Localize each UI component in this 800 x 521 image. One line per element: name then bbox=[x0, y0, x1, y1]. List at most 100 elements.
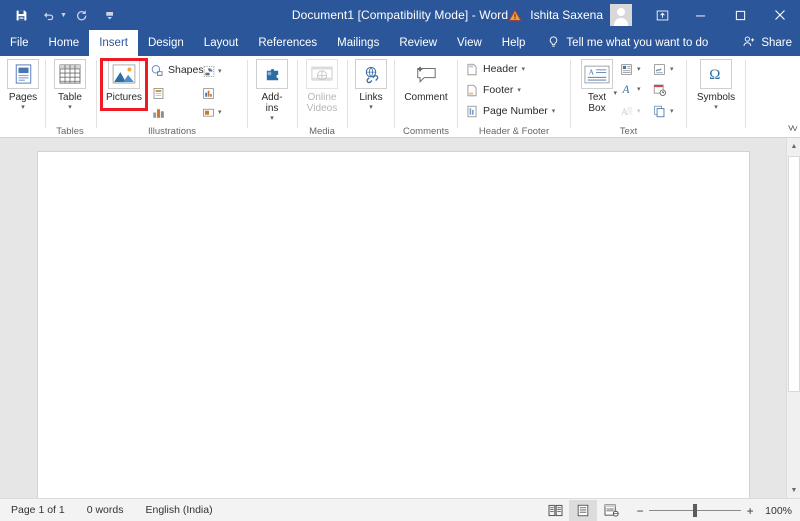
warning-triangle-icon[interactable] bbox=[504, 9, 526, 22]
quick-parts-dropdown-icon[interactable]: ▾ bbox=[637, 65, 641, 73]
picture-mountain-icon bbox=[108, 59, 140, 89]
minimize-icon[interactable] bbox=[680, 0, 720, 30]
status-bar: Page 1 of 1 0 words English (India) − + … bbox=[0, 498, 800, 521]
tab-references[interactable]: References bbox=[248, 30, 327, 56]
undo-dropdown-icon[interactable]: ▼ bbox=[60, 12, 67, 19]
vertical-scrollbar[interactable]: ▲ ▼ bbox=[786, 138, 800, 498]
tab-view[interactable]: View bbox=[447, 30, 492, 56]
add-ins-button[interactable]: Add- ins ▾ bbox=[250, 59, 294, 122]
tab-insert[interactable]: Insert bbox=[89, 30, 138, 56]
add-ins-dropdown-icon[interactable]: ▾ bbox=[270, 115, 274, 122]
links-button[interactable]: Links ▾ bbox=[349, 59, 393, 111]
chart-icon[interactable] bbox=[200, 85, 217, 101]
footer-dropdown-icon[interactable]: ▾ bbox=[517, 86, 521, 94]
word-count[interactable]: 0 words bbox=[76, 504, 135, 516]
group-divider bbox=[394, 60, 395, 128]
tab-file[interactable]: File bbox=[0, 30, 39, 56]
screenshot-dropdown-icon[interactable]: ▾ bbox=[218, 108, 222, 116]
tab-design[interactable]: Design bbox=[138, 30, 194, 56]
pictures-button[interactable]: Pictures bbox=[102, 59, 146, 103]
document-page[interactable] bbox=[38, 152, 749, 498]
online-videos-button[interactable]: Online Videos bbox=[300, 59, 344, 114]
tab-layout[interactable]: Layout bbox=[194, 30, 249, 56]
icons-icon[interactable] bbox=[150, 85, 167, 101]
text-box-dropdown-icon[interactable]: ▾ bbox=[613, 90, 617, 97]
object-dropdown-icon[interactable]: ▾ bbox=[670, 107, 674, 115]
omega-icon: Ω bbox=[700, 59, 732, 89]
group-divider bbox=[347, 60, 348, 128]
avatar[interactable] bbox=[610, 4, 632, 26]
zoom-slider[interactable] bbox=[649, 504, 742, 518]
shapes-label: Shapes bbox=[168, 64, 204, 76]
svg-text:A: A bbox=[621, 106, 628, 117]
scroll-up-arrow-icon[interactable]: ▲ bbox=[787, 138, 800, 154]
text-box-button[interactable]: A Text Box ▾ bbox=[575, 59, 619, 114]
svg-text:A: A bbox=[589, 67, 595, 76]
footer-label: Footer bbox=[483, 84, 514, 96]
symbols-button[interactable]: Ω Symbols ▾ bbox=[694, 59, 738, 111]
pages-dropdown-icon[interactable]: ▾ bbox=[21, 104, 25, 111]
redo-icon[interactable] bbox=[69, 3, 95, 27]
ribbon-group-text: A Text Box ▾ ▾ A ▾ A ▾ ▾ ▾ Text bbox=[572, 56, 685, 138]
text-group-label: Text bbox=[619, 126, 638, 137]
tell-me-search[interactable]: Tell me what you want to do bbox=[535, 30, 708, 56]
signature-line-dropdown-icon[interactable]: ▾ bbox=[670, 65, 674, 73]
drop-cap-icon[interactable]: A bbox=[618, 103, 635, 119]
wordart-dropdown-icon[interactable]: ▾ bbox=[637, 85, 641, 93]
scroll-down-arrow-icon[interactable]: ▼ bbox=[787, 482, 800, 498]
object-icon[interactable] bbox=[651, 103, 668, 119]
signature-line-icon[interactable] bbox=[651, 61, 668, 77]
zoom-slider-thumb[interactable] bbox=[693, 504, 698, 517]
tab-mailings[interactable]: Mailings bbox=[327, 30, 389, 56]
text-box-icon: A bbox=[581, 59, 613, 89]
header-label: Header bbox=[483, 63, 518, 75]
table-button[interactable]: Table ▾ bbox=[48, 59, 92, 111]
header-dropdown-icon[interactable]: ▾ bbox=[521, 65, 525, 73]
scroll-top-chevron-icon[interactable]: ˅ bbox=[792, 124, 798, 135]
language-indicator[interactable]: English (India) bbox=[134, 504, 223, 516]
scroll-thumb[interactable] bbox=[788, 156, 800, 392]
screenshot-icon[interactable] bbox=[200, 104, 217, 120]
account-name[interactable]: Ishita Saxena bbox=[526, 8, 610, 22]
zoom-level[interactable]: 100% bbox=[759, 505, 800, 517]
pages-button[interactable]: Pages ▾ bbox=[1, 59, 45, 111]
zoom-in-button[interactable]: + bbox=[741, 504, 759, 518]
symbols-label: Symbols bbox=[696, 92, 736, 103]
header-page-icon bbox=[465, 62, 479, 76]
customize-quick-access-icon[interactable] bbox=[97, 3, 123, 27]
online-videos-label: Online Videos bbox=[306, 92, 338, 114]
ribbon-display-options-icon[interactable] bbox=[644, 0, 680, 30]
page-info[interactable]: Page 1 of 1 bbox=[0, 504, 76, 516]
tab-review[interactable]: Review bbox=[389, 30, 447, 56]
share-button[interactable]: Share bbox=[742, 30, 792, 56]
smartart-icon[interactable] bbox=[150, 104, 167, 120]
3d-model-dropdown-icon[interactable]: ▾ bbox=[218, 67, 222, 75]
footer-button[interactable]: Footer ▾ bbox=[465, 83, 521, 97]
read-mode-view-button[interactable] bbox=[541, 500, 569, 521]
document-canvas[interactable] bbox=[0, 138, 786, 498]
print-layout-view-button[interactable] bbox=[569, 500, 598, 521]
symbols-dropdown-icon[interactable]: ▾ bbox=[714, 104, 718, 111]
zoom-out-button[interactable]: − bbox=[631, 504, 649, 518]
table-dropdown-icon[interactable]: ▾ bbox=[68, 104, 72, 111]
page-number-dropdown-icon[interactable]: ▾ bbox=[552, 107, 556, 115]
pages-label: Pages bbox=[8, 92, 38, 103]
header-button[interactable]: Header ▾ bbox=[465, 62, 525, 76]
text-box-label: Text Box bbox=[587, 92, 607, 114]
3d-model-icon[interactable] bbox=[200, 63, 217, 79]
save-icon[interactable] bbox=[8, 3, 34, 27]
restore-icon[interactable] bbox=[720, 0, 760, 30]
close-icon[interactable] bbox=[760, 0, 800, 30]
drop-cap-dropdown-icon[interactable]: ▾ bbox=[637, 107, 641, 115]
tab-help[interactable]: Help bbox=[492, 30, 536, 56]
undo-icon[interactable] bbox=[36, 3, 62, 27]
zoom-control: − + 100% bbox=[625, 504, 800, 518]
date-time-icon[interactable] bbox=[651, 81, 668, 97]
web-layout-view-button[interactable] bbox=[597, 500, 625, 521]
quick-parts-icon[interactable] bbox=[618, 61, 635, 77]
links-dropdown-icon[interactable]: ▾ bbox=[369, 104, 373, 111]
tab-home[interactable]: Home bbox=[39, 30, 90, 56]
comment-button[interactable]: Comment bbox=[404, 59, 448, 103]
quick-access-toolbar: ▼ bbox=[0, 0, 123, 30]
page-number-button[interactable]: Page Number ▾ bbox=[465, 104, 555, 118]
